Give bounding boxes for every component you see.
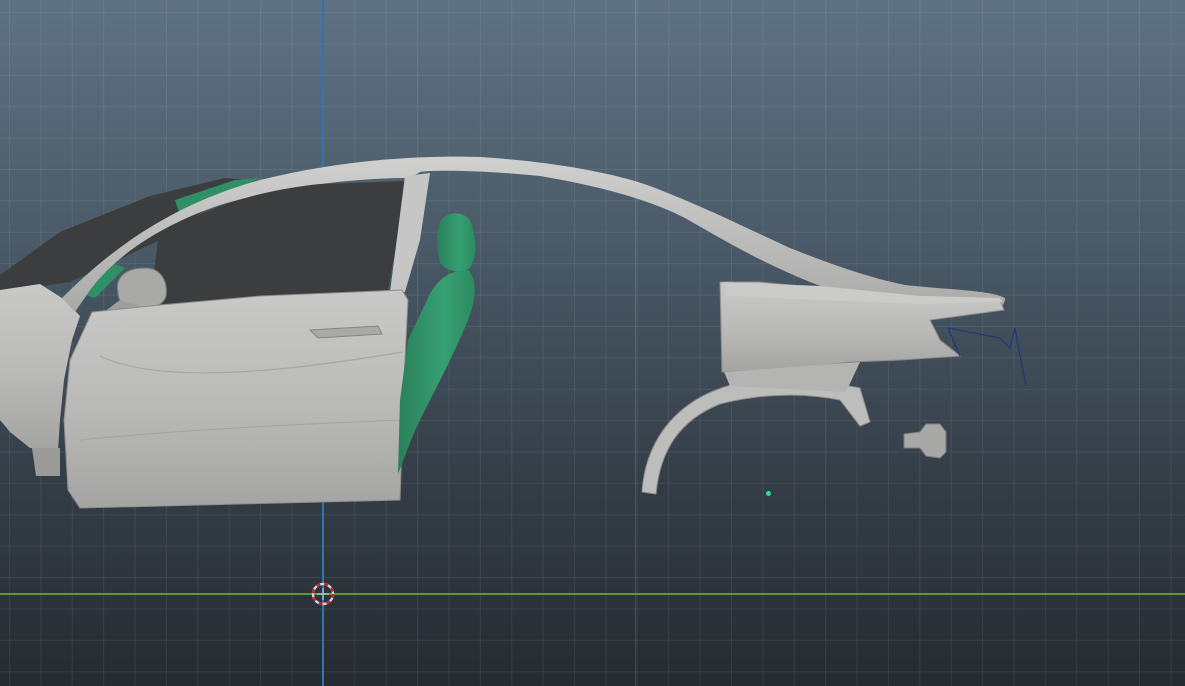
- origin-manipulator-icon[interactable]: [311, 582, 335, 606]
- car-model[interactable]: [0, 0, 1185, 686]
- 3d-viewport[interactable]: [0, 0, 1185, 686]
- front-door-panel[interactable]: [63, 289, 409, 509]
- selected-edge-wire[interactable]: [947, 327, 1027, 387]
- rear-bracket-part[interactable]: [903, 423, 947, 459]
- front-seat-headrest[interactable]: [437, 213, 476, 272]
- front-bumper-clip[interactable]: [32, 448, 60, 476]
- rear-wheel-arch[interactable]: [641, 379, 871, 495]
- pivot-point-icon[interactable]: [766, 491, 771, 496]
- front-seat-back[interactable]: [398, 270, 475, 474]
